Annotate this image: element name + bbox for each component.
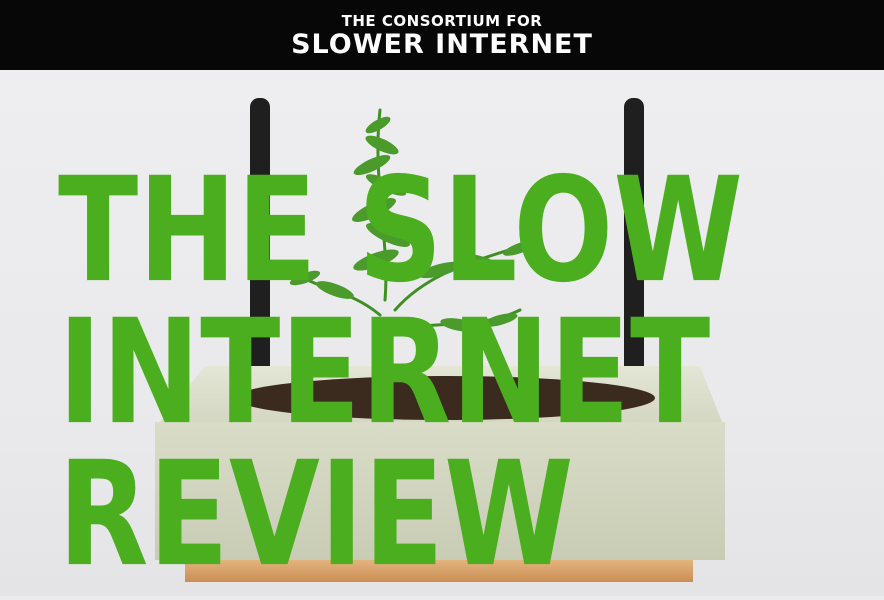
router-planter-photo [0,70,884,596]
antenna-left [250,98,270,408]
fern-plant [298,108,542,332]
header-line-2: SLOWER INTERNET [291,29,593,60]
fern-leaflets [289,116,538,332]
wooden-base [185,560,693,582]
fern-planter-router-icon [155,98,725,582]
antenna-right [624,98,644,408]
planter-soil [235,376,655,420]
header-line-1: THE CONSORTIUM FOR [341,12,543,30]
header-banner: THE CONSORTIUM FOR SLOWER INTERNET [0,0,884,70]
planter-front [155,422,725,560]
